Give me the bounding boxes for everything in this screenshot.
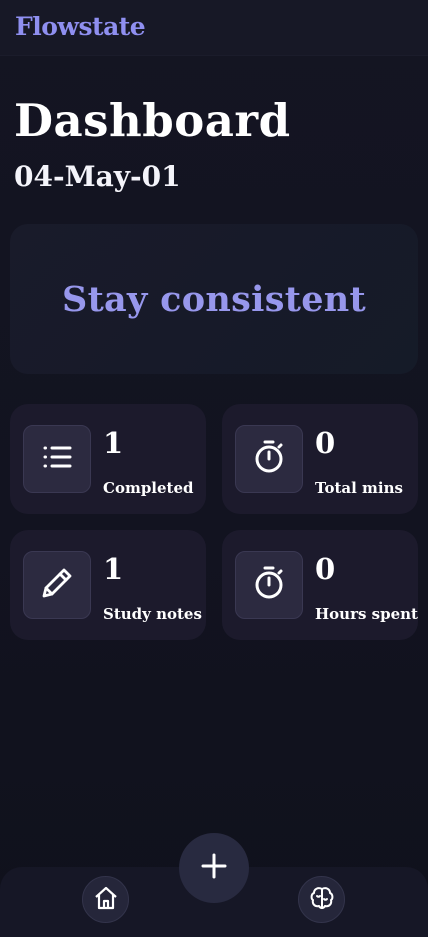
brain-icon bbox=[309, 885, 335, 915]
app-root: Flowstate Dashboard 04-May-01 Stay consi… bbox=[0, 0, 428, 937]
stat-label: Completed bbox=[103, 479, 194, 497]
stat-icon-box bbox=[235, 551, 303, 619]
stat-card-study-notes[interactable]: 1 Study notes bbox=[10, 530, 206, 640]
stopwatch-icon bbox=[251, 439, 287, 479]
stopwatch-icon bbox=[251, 565, 287, 605]
motivation-card: Stay consistent bbox=[10, 224, 418, 374]
home-icon bbox=[93, 885, 119, 915]
motivation-text: Stay consistent bbox=[62, 278, 366, 320]
stat-label: Hours spent bbox=[315, 605, 418, 623]
stat-value: 0 bbox=[315, 426, 336, 460]
stat-value: 0 bbox=[315, 552, 336, 586]
stat-icon-box bbox=[23, 551, 91, 619]
app-brand[interactable]: Flowstate bbox=[15, 12, 146, 41]
add-button[interactable] bbox=[179, 833, 249, 903]
stat-icon-box bbox=[23, 425, 91, 493]
page-date: 04-May-01 bbox=[14, 160, 181, 193]
stat-value: 1 bbox=[103, 552, 124, 586]
stat-icon-box bbox=[235, 425, 303, 493]
list-icon bbox=[40, 440, 74, 478]
stat-label: Study notes bbox=[103, 605, 202, 623]
stat-card-total-mins[interactable]: 0 Total mins bbox=[222, 404, 418, 514]
top-bar: Flowstate bbox=[0, 0, 428, 56]
pencil-icon bbox=[38, 564, 76, 606]
page-title: Dashboard bbox=[14, 94, 291, 147]
nav-brain-button[interactable] bbox=[298, 876, 345, 923]
stat-card-completed[interactable]: 1 Completed bbox=[10, 404, 206, 514]
stat-label: Total mins bbox=[315, 479, 403, 497]
stat-value: 1 bbox=[103, 426, 124, 460]
nav-home-button[interactable] bbox=[82, 876, 129, 923]
stat-card-hours-spent[interactable]: 0 Hours spent bbox=[222, 530, 418, 640]
plus-icon bbox=[200, 852, 228, 884]
